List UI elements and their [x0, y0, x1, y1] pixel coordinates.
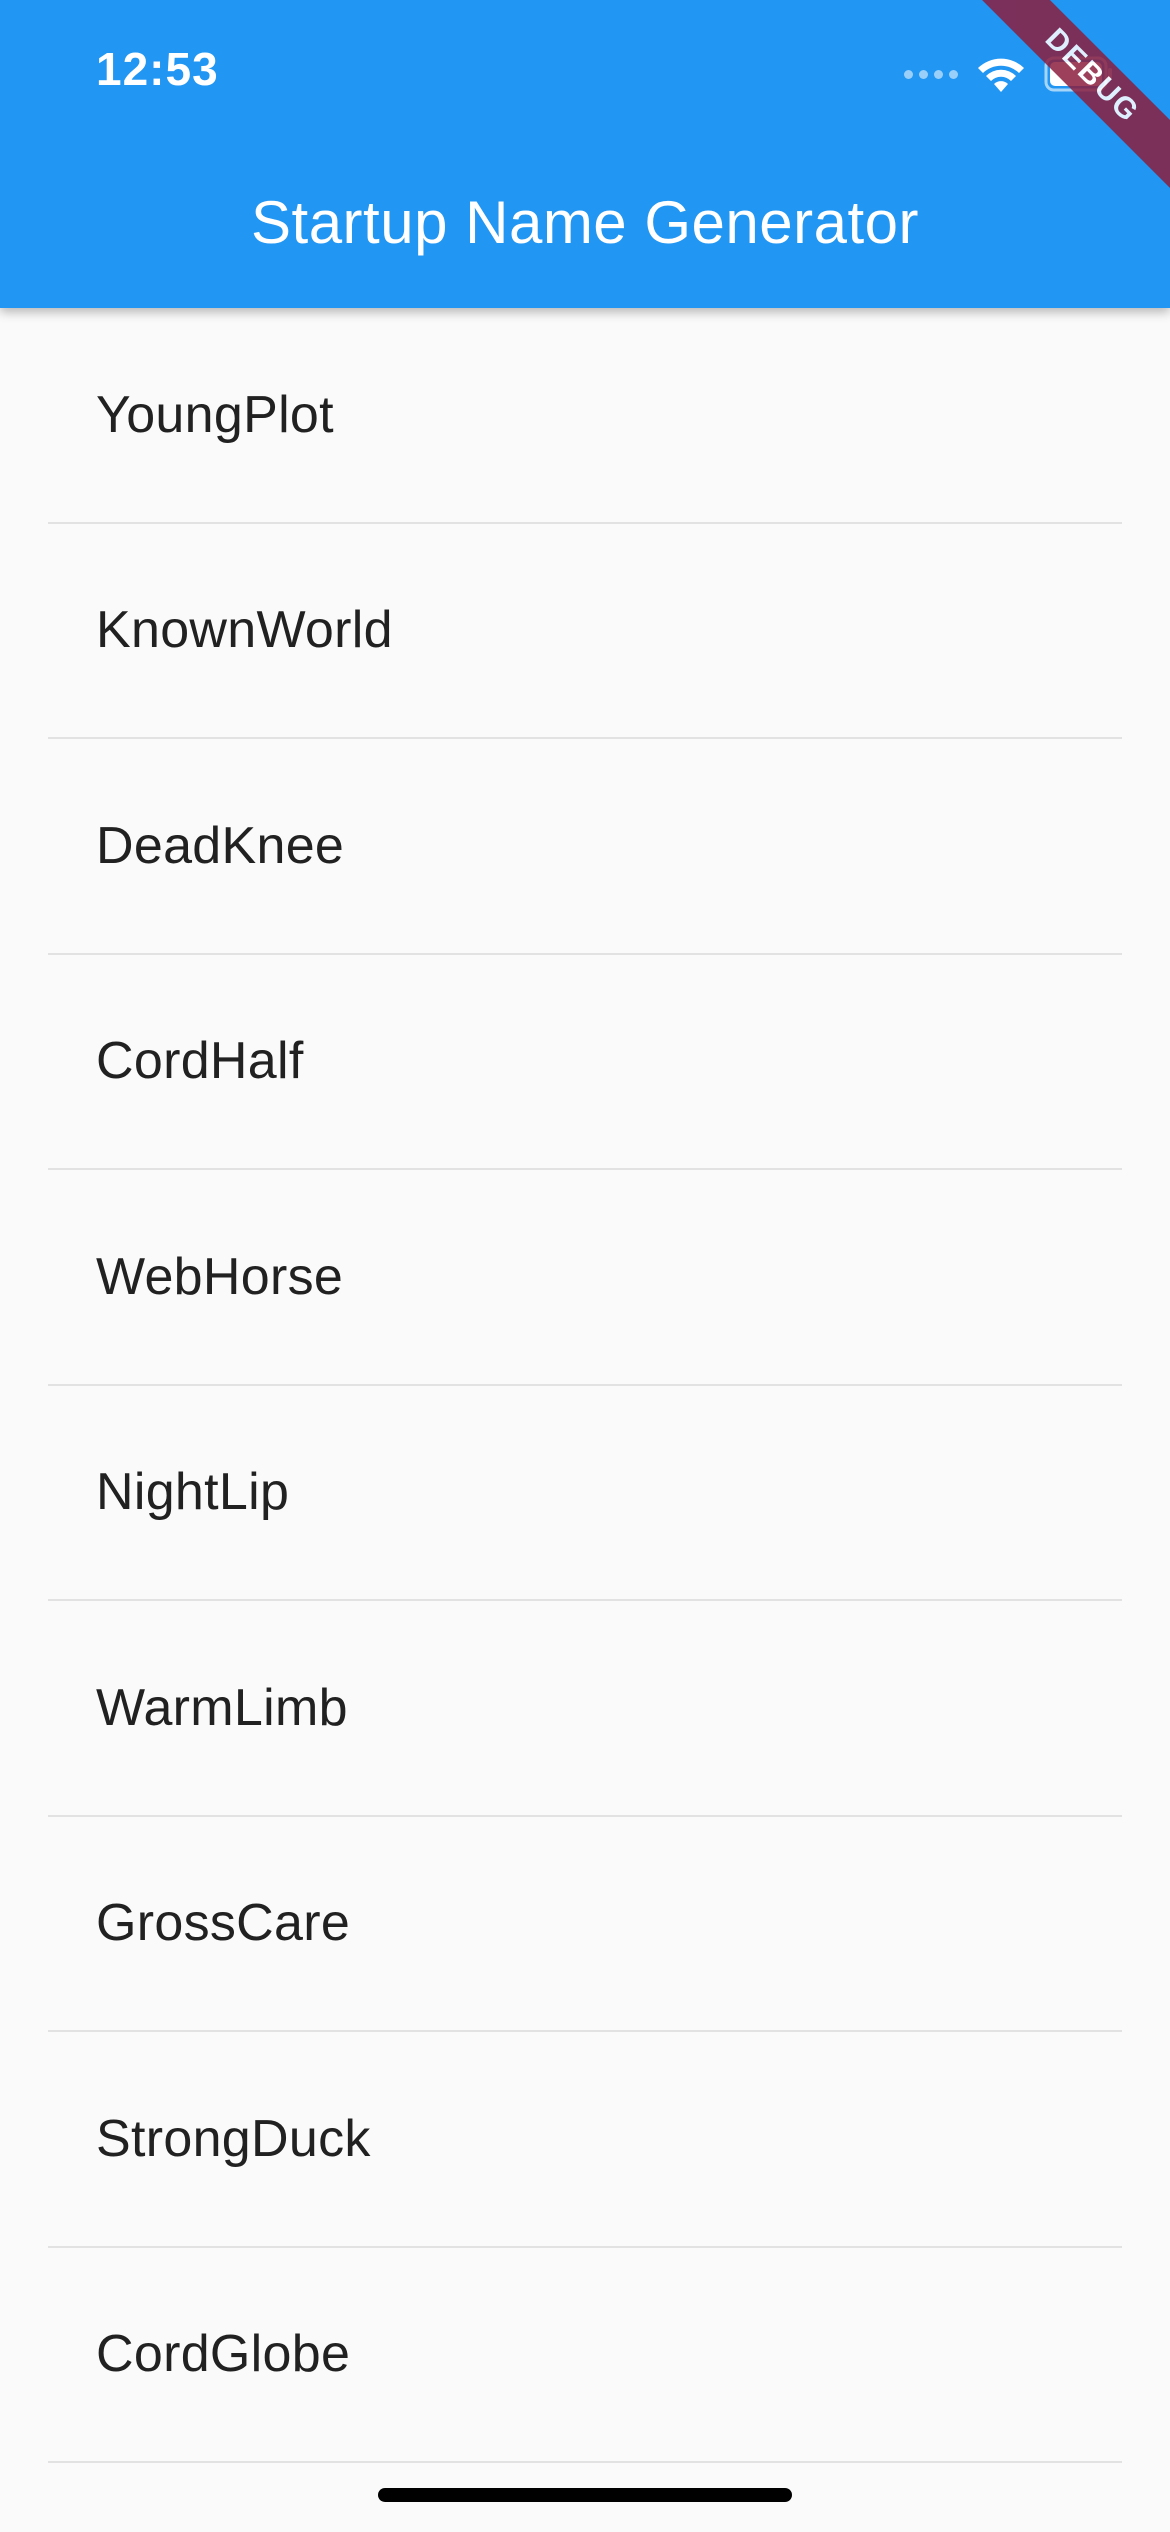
list-item[interactable]: WarmLimb	[48, 1601, 1122, 1817]
list-item[interactable]: KnownWorld	[48, 524, 1122, 739]
list-item-label: GrossCare	[96, 1894, 351, 1953]
list-item[interactable]: GrossCare	[48, 1817, 1122, 2032]
status-time: 12:53	[96, 43, 219, 95]
app-title: Startup Name Generator	[251, 189, 919, 256]
list-item[interactable]: DeadKnee	[48, 739, 1122, 955]
list-item[interactable]: YoungPlot	[48, 308, 1122, 524]
list-item-label: NightLip	[96, 1463, 290, 1522]
list-item-label: WarmLimb	[96, 1678, 348, 1737]
list-item-label: YoungPlot	[96, 385, 334, 444]
list-item-label: KnownWorld	[96, 601, 393, 660]
cellular-signal-icon	[904, 69, 958, 79]
battery-icon	[1044, 56, 1114, 92]
list-item-label: WebHorse	[96, 1247, 344, 1306]
status-icons	[904, 52, 1114, 96]
list-item-label: CordGlobe	[96, 2325, 351, 2384]
list-item-label: CordHalf	[96, 1032, 304, 1091]
list-item[interactable]: CordHalf	[48, 955, 1122, 1170]
app-screen: 12:53 Startup Name Generator DEBUG Young…	[0, 0, 1170, 2532]
wifi-icon	[976, 54, 1026, 94]
app-bar: 12:53 Startup Name Generator	[0, 0, 1170, 308]
list-item[interactable]: CordGlobe	[48, 2248, 1122, 2463]
home-indicator[interactable]	[378, 2488, 792, 2502]
list-item[interactable]: StrongDuck	[48, 2032, 1122, 2248]
list-item-label: DeadKnee	[96, 816, 345, 875]
list-item-label: StrongDuck	[96, 2109, 371, 2168]
list-item[interactable]: NightLip	[48, 1386, 1122, 1601]
name-list[interactable]: YoungPlot KnownWorld DeadKnee CordHalf W…	[0, 308, 1170, 2463]
list-item[interactable]: WebHorse	[48, 1170, 1122, 1386]
